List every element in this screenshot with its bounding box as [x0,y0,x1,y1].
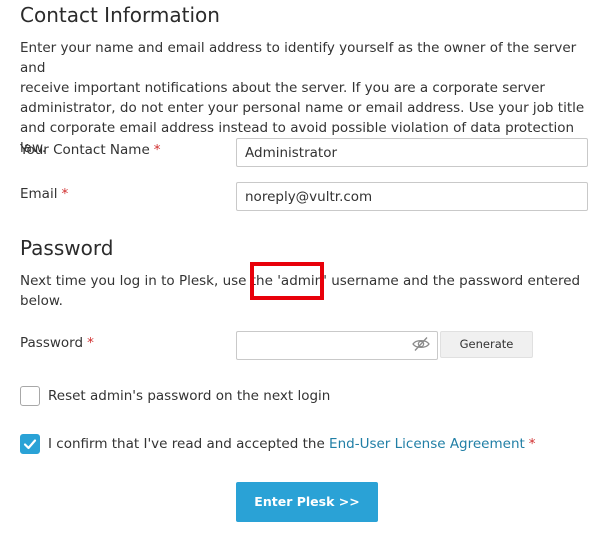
checkmark-icon [23,439,37,450]
contact-description-line: Enter your name and email address to ide… [20,40,577,76]
required-marker: * [61,186,69,202]
required-marker: * [87,335,94,351]
reset-password-checkbox[interactable] [20,386,40,406]
reset-password-label: Reset admin's password on the next login [48,388,331,404]
enter-plesk-button[interactable]: Enter Plesk >> [236,482,378,522]
email-label: Email * [20,186,68,202]
eula-label: I confirm that I've read and accepted th… [48,436,536,452]
contact-heading: Contact Information [20,3,220,27]
contact-description-line: administrator, do not enter your persona… [20,100,585,116]
required-marker: * [153,142,161,158]
password-input[interactable] [236,331,438,360]
eula-checkbox[interactable] [20,434,40,454]
eula-prefix-text: I confirm that I've read and accepted th… [48,436,330,452]
password-label-text: Password [20,335,84,351]
contact-description-line: receive important notifications about th… [20,80,545,96]
password-label: Password * [20,335,94,351]
contact-name-label: Your Contact Name * [20,142,161,158]
annotation-highlight-box [250,262,324,300]
eula-link[interactable]: End-User License Agreement [329,436,525,452]
email-label-text: Email [20,186,58,202]
password-heading: Password [20,236,114,260]
generate-button[interactable]: Generate [440,331,533,358]
contact-name-label-text: Your Contact Name [20,142,150,158]
eye-slash-icon[interactable] [412,336,430,352]
email-input[interactable] [236,182,588,211]
contact-name-input[interactable] [236,138,588,167]
required-marker: * [528,436,536,452]
